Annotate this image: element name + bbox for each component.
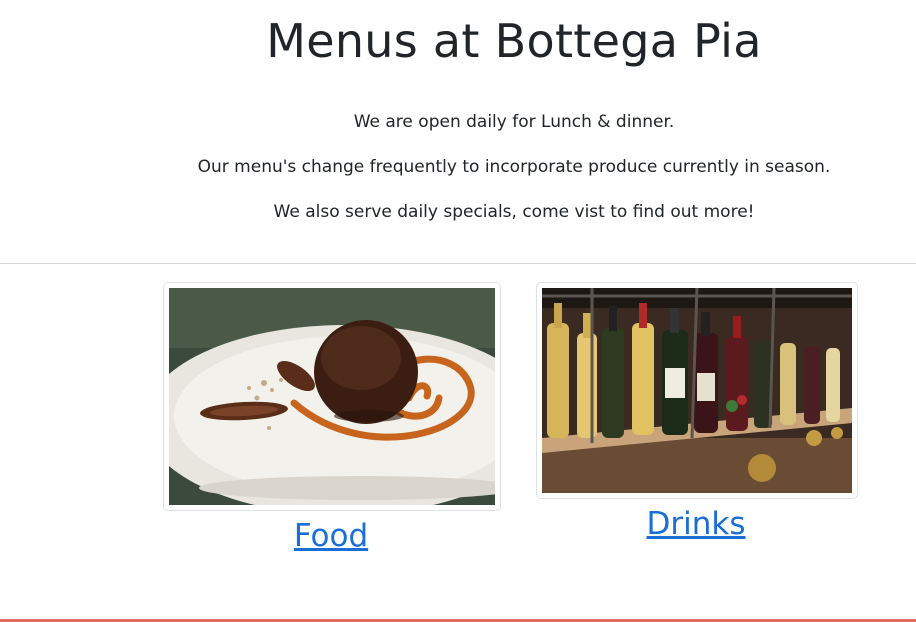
intro-line-specials: We also serve daily specials, come vist … (273, 202, 755, 222)
section-divider (0, 263, 916, 264)
chocolate-dessert-plate-image[interactable] (169, 288, 495, 505)
intro-line-seasonal: Our menu's change frequently to incorpor… (197, 157, 831, 177)
drinks-menu-link[interactable]: Drinks (536, 506, 856, 542)
drinks-menu-card[interactable] (536, 282, 858, 499)
food-menu-card[interactable] (163, 282, 501, 511)
intro-line-hours: We are open daily for Lunch & dinner. (353, 112, 675, 132)
food-menu-link[interactable]: Food (163, 518, 499, 554)
page-title: Menus at Bottega Pia (266, 14, 762, 68)
wine-bottle-shelf-image[interactable] (542, 288, 852, 493)
